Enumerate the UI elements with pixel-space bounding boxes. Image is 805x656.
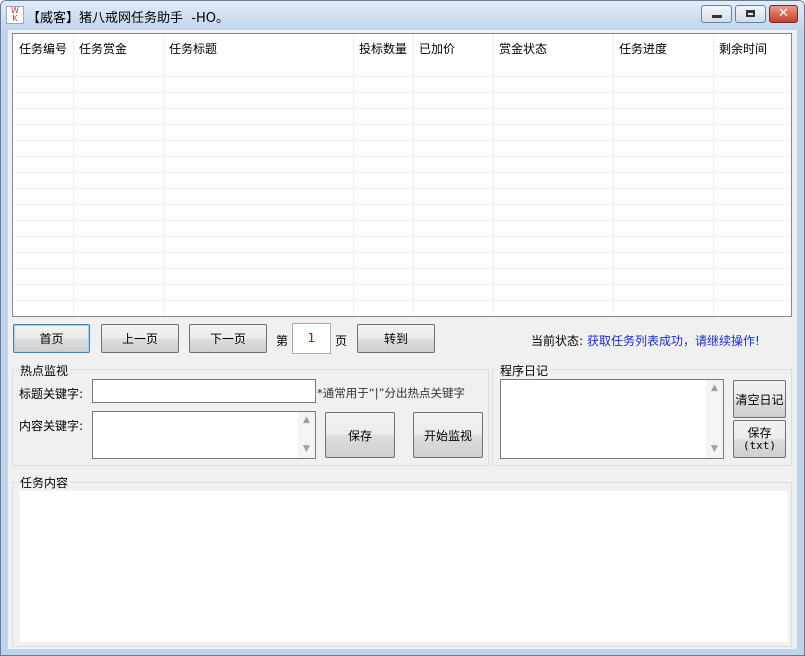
page-prefix-label: 第	[276, 334, 289, 348]
grid-row-line	[13, 188, 791, 189]
scroll-down-arrow-icon[interactable]: ▼	[298, 441, 315, 458]
title-bar[interactable]: WK 【威客】猪八戒网任务助手 -HO。 ✕	[1, 1, 804, 29]
grid-row-line	[13, 92, 791, 93]
column-header-time-left[interactable]: 剩余时间	[713, 34, 791, 60]
next-page-button[interactable]: 下一页	[189, 324, 267, 353]
column-header-progress[interactable]: 任务进度	[613, 34, 713, 60]
column-header-reward-status[interactable]: 赏金状态	[493, 34, 613, 60]
task-list-table[interactable]: 任务编号 任务赏金 任务标题 投标数量 已加价 赏金状态 任务进度 剩余时间	[12, 33, 792, 317]
grid-row-line	[13, 220, 791, 221]
grid-row-line	[13, 204, 791, 205]
maximize-icon	[746, 10, 755, 17]
program-log-textarea[interactable]: ▲ ▼	[500, 379, 724, 459]
page-suffix-label: 页	[335, 334, 348, 348]
grid-row-line	[13, 252, 791, 253]
grid-row-line	[13, 172, 791, 173]
scroll-down-arrow-icon[interactable]: ▼	[706, 441, 723, 458]
column-header-task-id[interactable]: 任务编号	[13, 34, 73, 60]
client-area: 任务编号 任务赏金 任务标题 投标数量 已加价 赏金状态 任务进度 剩余时间 首…	[8, 30, 797, 649]
grid-row-line	[13, 76, 791, 77]
scroll-up-arrow-icon[interactable]: ▲	[706, 380, 723, 397]
grid-col-line	[791, 34, 792, 317]
grid-row-line	[13, 300, 791, 301]
grid-row-line	[13, 284, 791, 285]
grid-row-line	[13, 124, 791, 125]
column-header-raised[interactable]: 已加价	[413, 34, 493, 60]
app-window: WK 【威客】猪八戒网任务助手 -HO。 ✕ 任务编号 任务赏金 任务标题 投标…	[0, 0, 805, 656]
grid-row-line	[13, 156, 791, 157]
program-log-scrollbar[interactable]: ▲ ▼	[706, 380, 723, 458]
column-header-reward[interactable]: 任务赏金	[73, 34, 163, 60]
close-button[interactable]: ✕	[769, 5, 798, 23]
status-label: 当前状态:	[531, 334, 584, 348]
scroll-up-arrow-icon[interactable]: ▲	[298, 412, 315, 429]
start-monitor-button[interactable]: 开始监视	[413, 412, 483, 458]
window-title: 【威客】猪八戒网任务助手 -HO。	[27, 11, 229, 26]
maximize-button[interactable]	[735, 5, 766, 23]
save-log-label: 保存	[747, 425, 772, 440]
program-log-title: 程序日记	[497, 362, 552, 379]
column-header-title[interactable]: 任务标题	[163, 34, 353, 60]
save-keywords-button[interactable]: 保存	[325, 412, 395, 458]
task-content-area[interactable]	[20, 491, 788, 642]
first-page-button[interactable]: 首页	[13, 324, 90, 353]
table-header: 任务编号 任务赏金 任务标题 投标数量 已加价 赏金状态 任务进度 剩余时间	[13, 34, 791, 60]
grid-row-line	[13, 108, 791, 109]
column-header-bid-count[interactable]: 投标数量	[353, 34, 413, 60]
status-value: 获取任务列表成功，请继续操作!	[587, 334, 760, 348]
goto-page-button[interactable]: 转到	[357, 324, 435, 353]
title-keyword-input[interactable]	[92, 379, 316, 403]
prev-page-button[interactable]: 上一页	[101, 324, 179, 353]
hotspot-monitor-title: 热点监视	[17, 362, 72, 379]
app-icon: WK	[6, 6, 24, 24]
save-log-button[interactable]: 保存 (txt)	[733, 420, 786, 458]
task-content-title: 任务内容	[17, 474, 72, 491]
grid-row-line	[13, 140, 791, 141]
minimize-button[interactable]	[701, 5, 732, 23]
title-keyword-label: 标题关键字:	[19, 387, 84, 401]
content-keyword-scrollbar[interactable]: ▲ ▼	[298, 412, 315, 458]
content-keyword-label: 内容关键字:	[19, 419, 84, 433]
content-keyword-input[interactable]: ▲ ▼	[92, 411, 316, 459]
clear-log-button[interactable]: 清空日记	[733, 380, 786, 418]
grid-row-line	[13, 236, 791, 237]
save-log-format: (txt)	[742, 438, 777, 452]
minimize-icon	[712, 15, 722, 18]
grid-row-line	[13, 268, 791, 269]
close-icon: ✕	[778, 6, 789, 21]
page-number-input[interactable]: 1	[292, 323, 331, 354]
keyword-hint: *通常用于“|”分出热点关键字	[317, 386, 466, 400]
